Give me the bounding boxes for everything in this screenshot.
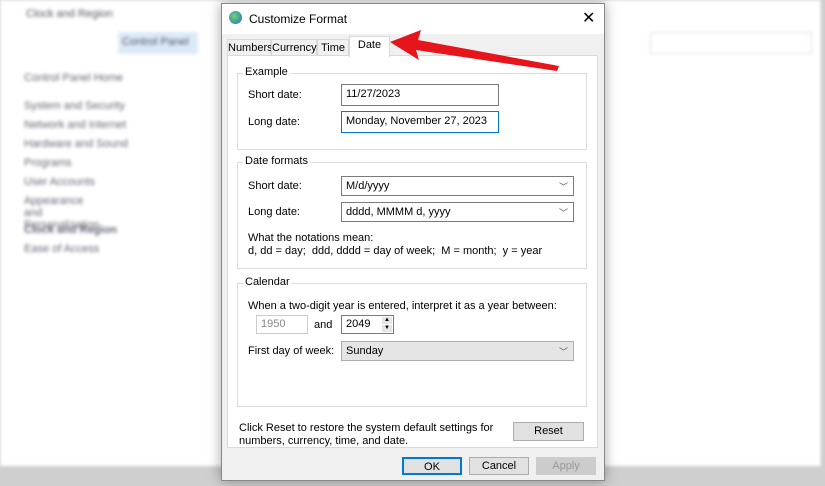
tab-date[interactable]: Date: [349, 36, 390, 57]
annotation-arrow: [390, 30, 559, 71]
red-arrow-icon: [390, 30, 559, 71]
